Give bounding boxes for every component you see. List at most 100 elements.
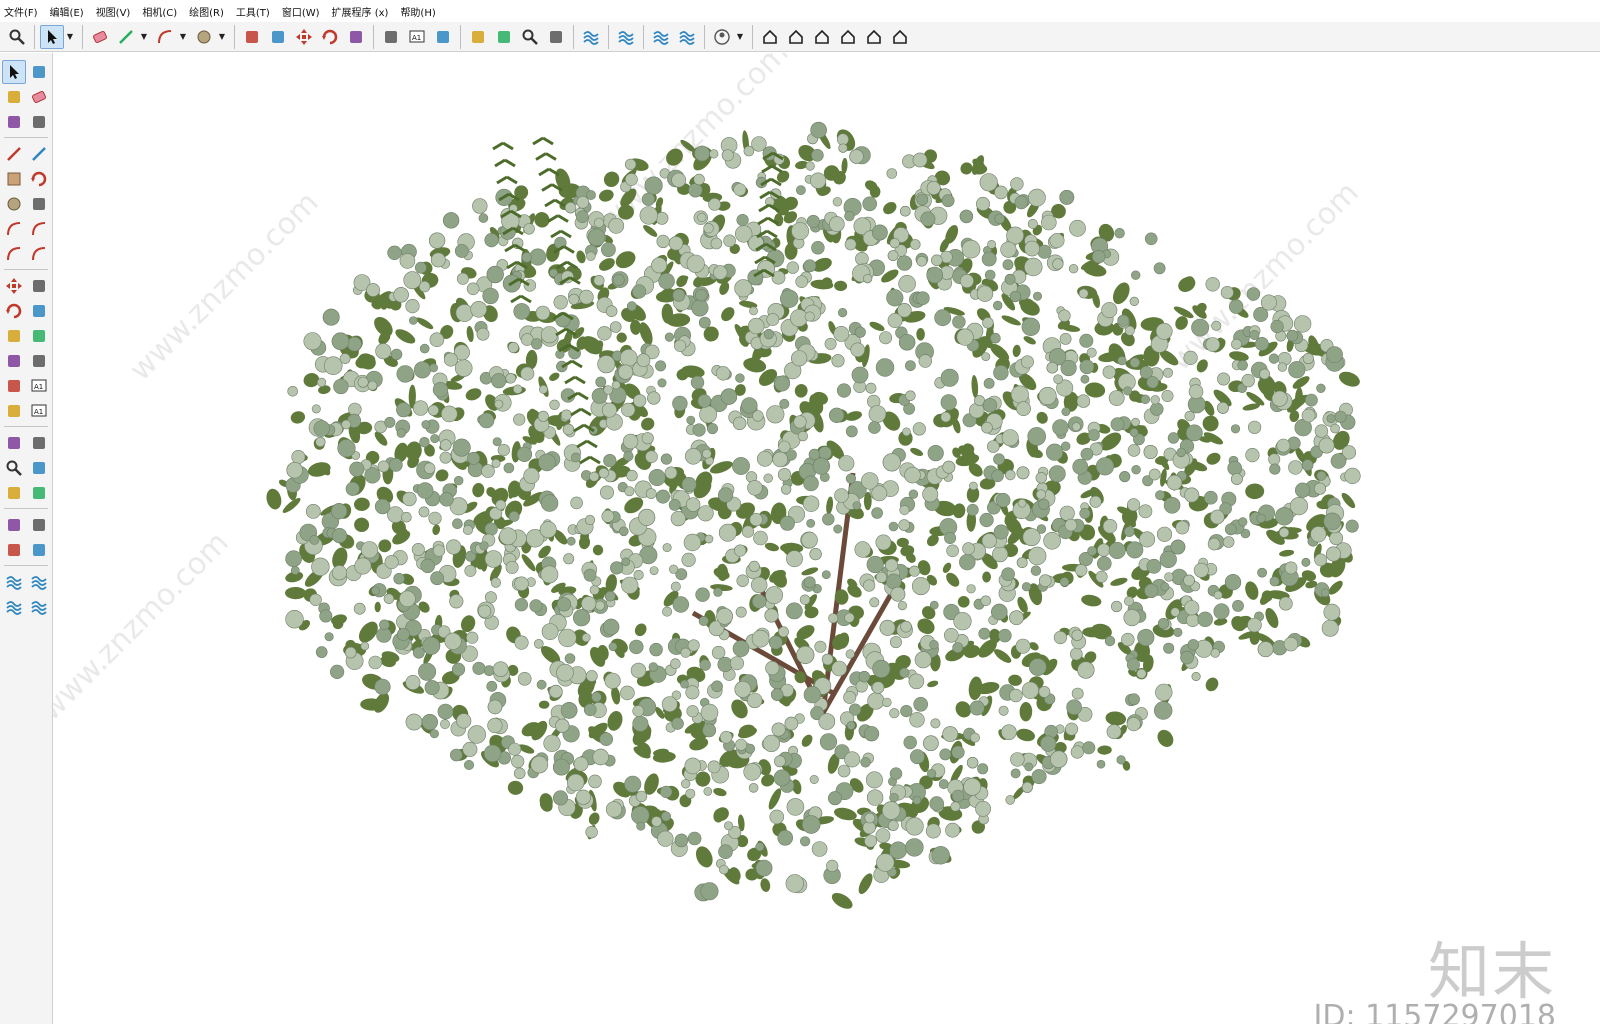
left-toolbar: A1 A1 [0,53,53,1024]
rotate-button[interactable] [2,299,26,323]
pie-button[interactable] [2,242,26,266]
back-view-button[interactable] [862,25,886,49]
menu-file[interactable]: 文件(F) [0,4,44,19]
offset-button[interactable] [27,324,51,348]
circle-button[interactable] [2,192,26,216]
look-around-icon [33,518,45,531]
eraser-button[interactable] [27,85,51,109]
menu-draw[interactable]: 绘图(R) [183,4,230,19]
circle-button[interactable] [192,25,216,49]
layers-button[interactable] [649,25,673,49]
dropdown-arrow-icon[interactable]: ▼ [65,25,75,49]
dropdown-arrow-icon[interactable]: ▼ [735,25,745,49]
menu-camera[interactable]: 相机(C) [136,4,183,19]
menu-view[interactable]: 视图(V) [90,4,137,19]
sandbox-button[interactable] [675,25,699,49]
warehouse2-button[interactable] [2,570,26,594]
menu-help[interactable]: 帮助(H) [394,4,441,19]
back-view-icon [867,29,881,44]
move-button[interactable] [292,25,316,49]
drawing-viewport[interactable]: www.znzmo.com www.znzmo.com www.znzmo.co… [53,53,1600,1024]
zoom-window-button[interactable] [27,456,51,480]
3d-text-button[interactable]: A1 [27,399,51,423]
rotate-button[interactable] [318,25,342,49]
component-button[interactable] [2,110,26,134]
extension-button[interactable] [614,25,638,49]
right-view-button[interactable] [836,25,860,49]
text-button[interactable]: A1 [27,374,51,398]
follow-me-button[interactable] [266,25,290,49]
tag-button[interactable] [27,110,51,134]
dropdown-arrow-icon[interactable]: ▼ [217,25,227,49]
tape-button[interactable] [2,349,26,373]
toolbar-separator [4,426,48,427]
polygon-icon [33,197,45,210]
dimension-button[interactable] [27,349,51,373]
warehouse-button[interactable] [579,25,603,49]
front-view-button[interactable] [810,25,834,49]
pan-button[interactable] [492,25,516,49]
three-point-arc-button[interactable] [27,242,51,266]
arc-button[interactable] [2,217,26,241]
tree-plan-view[interactable] [53,53,1600,1024]
polygon-button[interactable] [27,192,51,216]
menu-window[interactable]: 窗口(W) [276,4,326,19]
arc-button[interactable] [153,25,177,49]
push-pull-button[interactable] [27,274,51,298]
three-point-arc-icon [32,246,46,260]
svg-text:A1: A1 [412,34,421,42]
pan-icon [498,30,510,43]
protractor-button[interactable] [2,374,26,398]
follow-me-button[interactable] [27,299,51,323]
select-arrow-button[interactable] [40,24,64,49]
move-button[interactable] [2,274,26,298]
layers2-button[interactable] [2,595,26,619]
top-view-button[interactable] [784,25,808,49]
text-label-button[interactable]: A1 [405,25,429,49]
pencil-line-button[interactable] [114,25,138,49]
extension2-button[interactable] [27,570,51,594]
orbit-button[interactable] [466,25,490,49]
rotated-rectangle-button[interactable] [27,167,51,191]
select-button[interactable] [2,59,26,84]
two-point-arc-button[interactable] [27,217,51,241]
line-button[interactable] [2,142,26,166]
search-button[interactable] [5,25,29,49]
iso-view-button[interactable] [758,25,782,49]
walk-button[interactable] [2,538,26,562]
menu-extensions[interactable]: 扩展程序 (x) [326,4,395,19]
section-plane-button[interactable] [27,538,51,562]
orbit-button[interactable] [27,60,51,84]
toolbar-separator [4,137,48,138]
zoom-extents-button[interactable] [544,25,568,49]
tape-measure-button[interactable] [379,25,403,49]
zoom-button[interactable] [518,25,542,49]
tape-measure-icon [385,30,397,43]
rotated-rectangle-icon [31,171,47,186]
left-view-button[interactable] [888,25,912,49]
zoom-previous-button[interactable] [27,481,51,505]
eraser-button[interactable] [88,25,112,49]
dimension-icon [33,354,45,367]
sandbox2-button[interactable] [27,595,51,619]
scale-button[interactable] [344,25,368,49]
menu-tools[interactable]: 工具(T) [230,4,276,19]
look-around-button[interactable] [27,513,51,537]
paint-bucket-button[interactable] [431,25,455,49]
position-camera-button[interactable] [2,513,26,537]
dropdown-arrow-icon[interactable]: ▼ [139,25,149,49]
axes-button[interactable] [2,399,26,423]
paint-button[interactable] [2,85,26,109]
zoom-extents-button[interactable] [2,481,26,505]
scale-button[interactable] [2,324,26,348]
orbit2-button[interactable] [2,431,26,455]
menu-edit[interactable]: 编辑(E) [44,4,90,19]
rectangle-button[interactable] [2,167,26,191]
pan-button[interactable] [27,431,51,455]
zoom-icon [6,460,22,476]
account-button[interactable] [710,25,734,49]
dropdown-arrow-icon[interactable]: ▼ [178,25,188,49]
freehand-button[interactable] [27,142,51,166]
push-pull-button[interactable] [240,25,264,49]
zoom-button[interactable] [2,456,26,480]
